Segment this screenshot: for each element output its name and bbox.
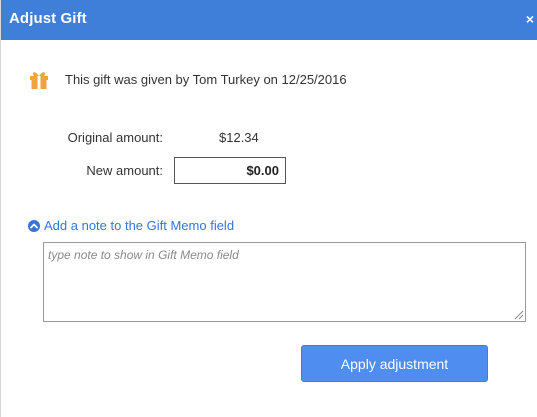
- new-amount-label: New amount:: [86, 163, 163, 178]
- dialog-title-bar: Adjust Gift ×: [1, 0, 537, 40]
- new-amount-input[interactable]: [174, 157, 286, 184]
- gift-description: This gift was given by Tom Turkey on 12/…: [65, 71, 347, 87]
- memo-toggle-link[interactable]: Add a note to the Gift Memo field: [28, 218, 234, 233]
- chevron-up-circle-icon: [28, 219, 40, 232]
- original-amount-value: $12.34: [219, 130, 259, 145]
- dialog-title: Adjust Gift: [9, 10, 87, 27]
- gift-memo-textarea[interactable]: [43, 242, 526, 322]
- original-amount-label: Original amount:: [67, 130, 163, 145]
- close-icon[interactable]: ×: [526, 11, 534, 27]
- resize-grip-icon[interactable]: [512, 308, 524, 320]
- memo-toggle-label: Add a note to the Gift Memo field: [44, 218, 235, 233]
- gift-info-row: This gift was given by Tom Turkey on 12/…: [28, 67, 347, 91]
- adjust-gift-dialog: Adjust Gift × This gift was given by Tom…: [0, 0, 537, 417]
- gift-icon: [30, 72, 48, 89]
- apply-adjustment-button[interactable]: Apply adjustment: [301, 345, 488, 382]
